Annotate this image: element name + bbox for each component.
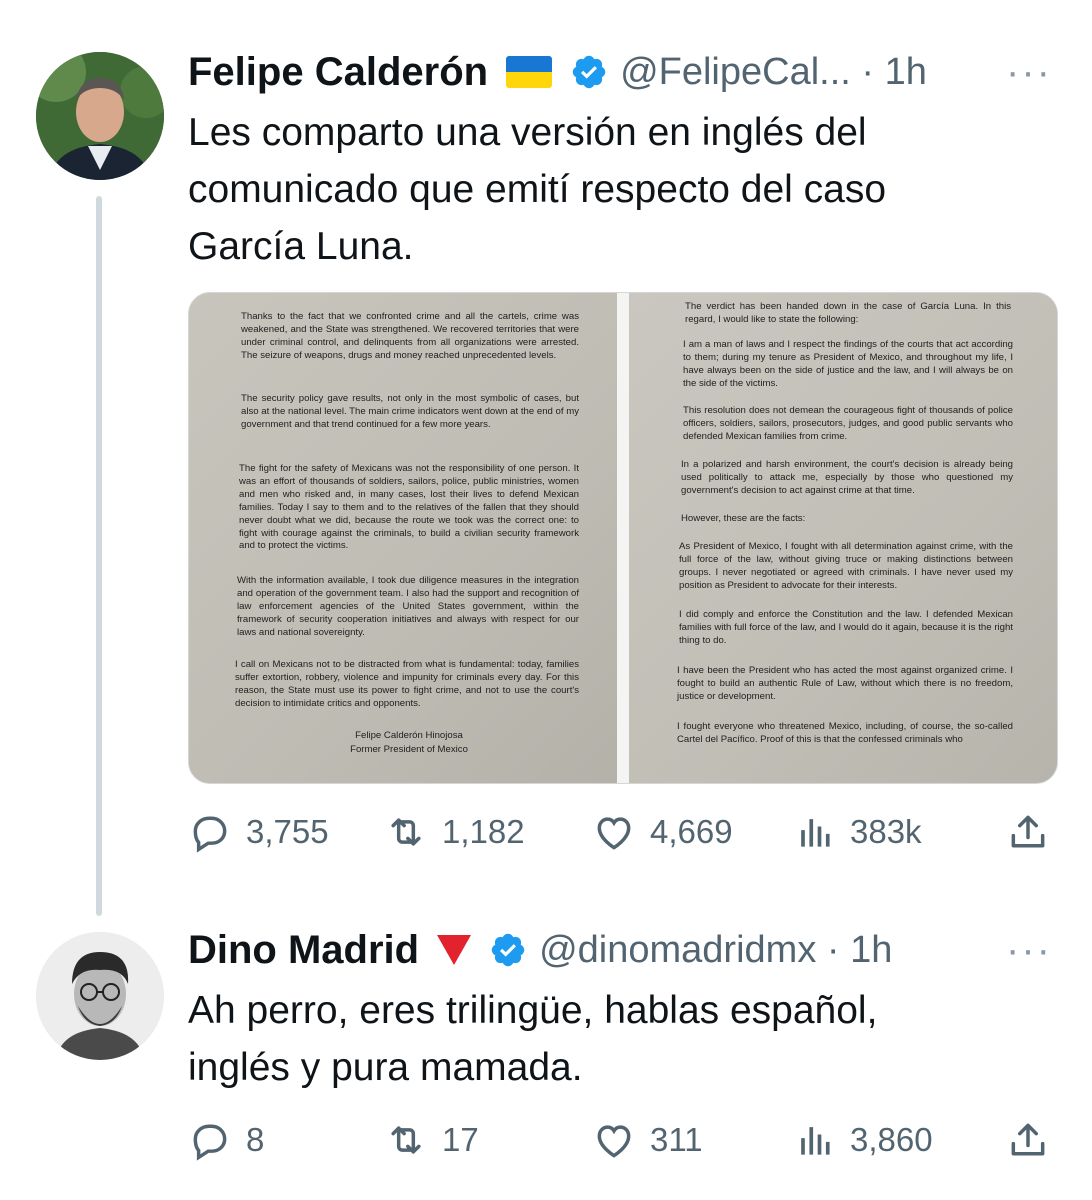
doc-paragraph: I did comply and enforce the Constitutio… xyxy=(679,609,1013,646)
tweet-text-line: García Luna. xyxy=(188,225,414,268)
doc-paragraph: The security policy gave results, not on… xyxy=(241,393,579,430)
document-page-right: The verdict has been handed down in the … xyxy=(629,293,1057,783)
views-count: 383k xyxy=(850,813,922,850)
tweet-actions: 3,755 1,182 4,669 383k xyxy=(188,802,1058,862)
display-name[interactable]: Felipe Calderón xyxy=(188,50,488,95)
like-button[interactable]: 4,669 xyxy=(592,802,733,862)
reply-icon xyxy=(193,1124,227,1161)
avatar[interactable] xyxy=(36,932,164,1060)
tweet-felipe[interactable]: Felipe Calderón @FelipeCal... · 1h ··· L… xyxy=(0,0,1092,900)
views-button[interactable]: 3,860 xyxy=(792,1110,933,1170)
views-icon xyxy=(801,819,830,847)
retweet-icon xyxy=(391,818,421,846)
reply-button[interactable]: 3,755 xyxy=(188,802,329,862)
doc-paragraph: Thanks to the fact that we confronted cr… xyxy=(241,311,579,361)
reply-button[interactable]: 8 xyxy=(188,1110,264,1170)
doc-signature-name: Felipe Calderón Hinojosa xyxy=(355,730,463,741)
share-button[interactable] xyxy=(1006,1110,1064,1170)
share-icon xyxy=(1011,815,1045,848)
more-options-button[interactable]: ··· xyxy=(1006,50,1052,95)
tweet-text-line: Les comparto una versión en inglés del xyxy=(188,111,867,154)
handle-and-time[interactable]: @FelipeCal... · 1h xyxy=(620,51,927,94)
doc-paragraph: With the information available, I took d… xyxy=(237,575,579,638)
tweet-actions: 8 17 311 3,860 xyxy=(188,1110,1058,1170)
tweet-header: Felipe Calderón @FelipeCal... · 1h xyxy=(188,42,927,102)
reply-icon xyxy=(193,816,227,853)
avatar-dino-image xyxy=(36,932,164,1060)
doc-paragraph: In a polarized and harsh environment, th… xyxy=(681,459,1013,496)
views-button[interactable]: 383k xyxy=(792,802,922,862)
doc-paragraph: However, these are the facts: xyxy=(681,513,806,524)
retweet-count: 1,182 xyxy=(442,813,525,850)
attached-image[interactable]: Thanks to the fact that we confronted cr… xyxy=(188,292,1058,784)
like-icon xyxy=(597,817,631,850)
tweet-text: Les comparto una versión en inglés del c… xyxy=(188,104,1048,275)
avatar[interactable] xyxy=(36,52,164,180)
tweet-header: Dino Madrid @dinomadridmx · 1h xyxy=(188,920,892,980)
doc-paragraph: The fight for the safety of Mexicans was… xyxy=(239,463,579,552)
doc-paragraph: As President of Mexico, I fought with al… xyxy=(679,541,1013,591)
doc-paragraph: This resolution does not demean the cour… xyxy=(683,405,1013,442)
share-icon xyxy=(1011,1123,1045,1156)
doc-paragraph: I fought everyone who threatened Mexico,… xyxy=(677,721,1013,745)
retweet-button[interactable]: 17 xyxy=(384,1110,479,1170)
like-icon xyxy=(597,1125,631,1158)
more-options-button[interactable]: ··· xyxy=(1006,928,1052,973)
like-button[interactable]: 311 xyxy=(592,1110,703,1170)
tweet-text-line: Ah perro, eres trilingüe, hablas español… xyxy=(188,989,878,1032)
doc-paragraph: I am a man of laws and I respect the fin… xyxy=(683,339,1013,389)
retweet-icon xyxy=(391,1126,421,1154)
display-name[interactable]: Dino Madrid xyxy=(188,928,419,973)
tweet-text-line: inglés y pura mamada. xyxy=(188,1046,583,1089)
retweet-count: 17 xyxy=(442,1121,479,1158)
doc-paragraph: The verdict has been handed down in the … xyxy=(685,301,1011,325)
document-page-left: Thanks to the fact that we confronted cr… xyxy=(189,293,617,783)
reply-count: 8 xyxy=(246,1121,265,1158)
doc-paragraph: I have been the President who has acted … xyxy=(677,665,1013,702)
tweet-dino[interactable]: Dino Madrid @dinomadridmx · 1h ··· Ah pe… xyxy=(0,900,1092,1200)
image-divider xyxy=(617,293,629,783)
handle-and-time[interactable]: @dinomadridmx · 1h xyxy=(539,929,892,972)
tweet-text: Ah perro, eres trilingüe, hablas español… xyxy=(188,982,1048,1096)
red-triangle-icon xyxy=(437,935,472,965)
share-button[interactable] xyxy=(1006,802,1064,862)
retweet-button[interactable]: 1,182 xyxy=(384,802,525,862)
doc-signature-title: Former President of Mexico xyxy=(350,744,468,755)
ukraine-flag-icon xyxy=(506,56,553,88)
tweet-text-line: comunicado que emití respecto del caso xyxy=(188,168,887,211)
verified-badge-icon xyxy=(491,933,525,967)
avatar-felipe-image xyxy=(36,52,164,180)
views-count: 3,860 xyxy=(850,1121,933,1158)
doc-paragraph: I call on Mexicans not to be distracted … xyxy=(235,659,579,709)
verified-badge-icon xyxy=(572,55,606,89)
reply-count: 3,755 xyxy=(246,813,329,850)
views-icon xyxy=(801,1127,830,1155)
like-count: 311 xyxy=(650,1121,703,1158)
like-count: 4,669 xyxy=(650,813,733,850)
